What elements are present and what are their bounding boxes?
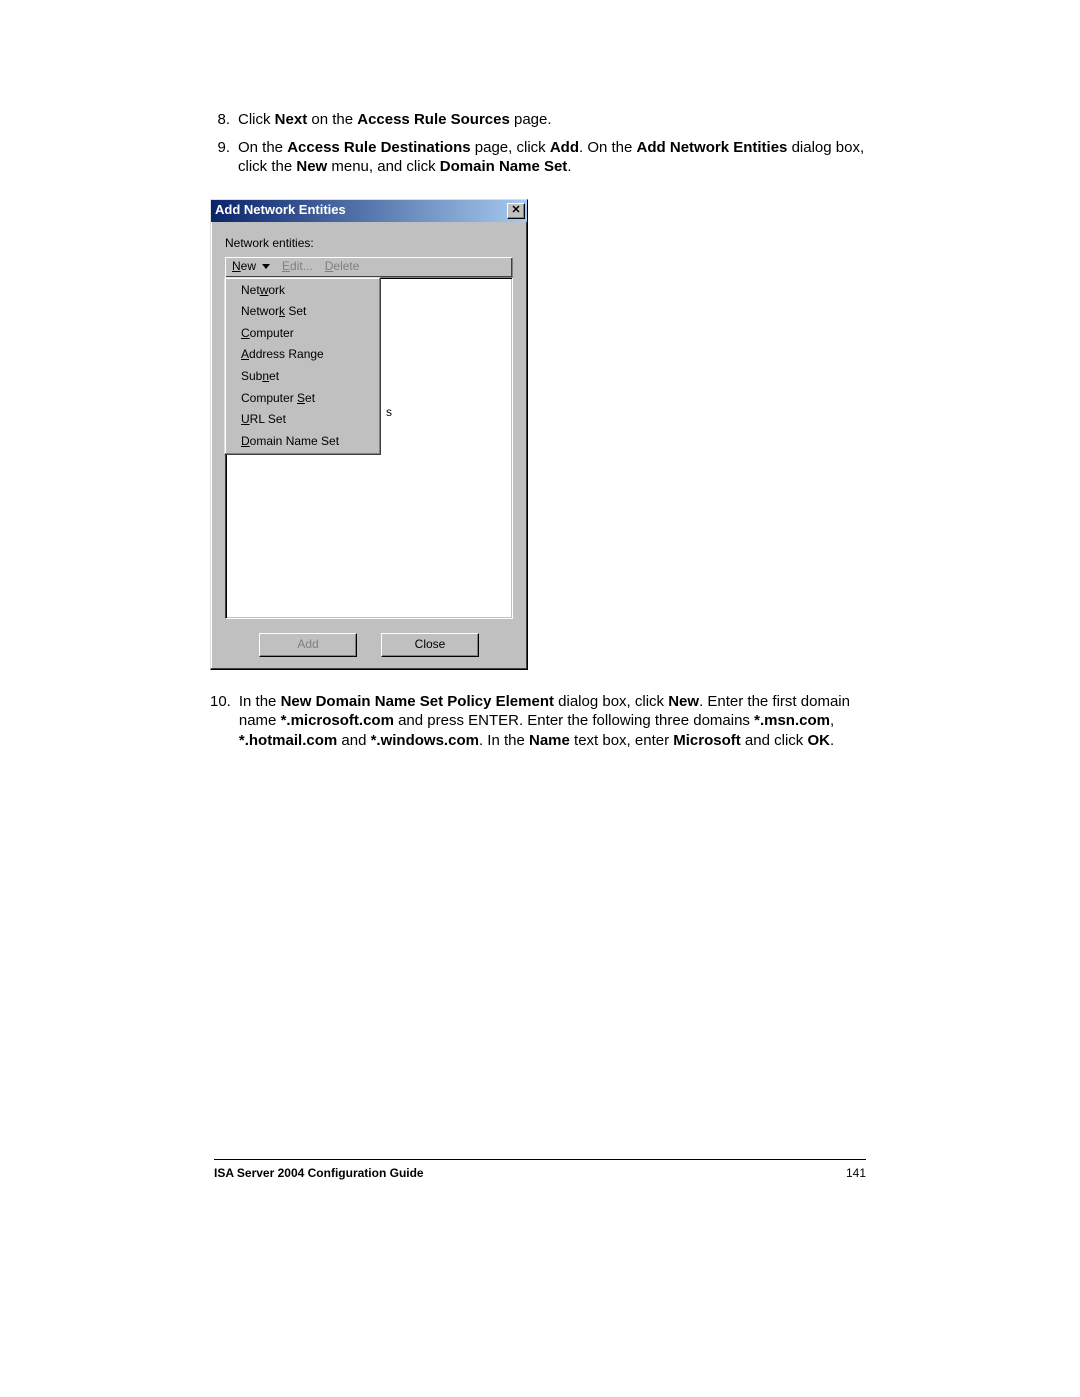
new-menu-button[interactable]: New [232, 259, 270, 275]
listbox-peek-char: s [386, 405, 392, 421]
menu-item-3[interactable]: Address Range [227, 344, 378, 366]
close-button[interactable]: ✕ [507, 203, 525, 219]
footer-title: ISA Server 2004 Configuration Guide [214, 1166, 424, 1180]
menu-item-1[interactable]: Network Set [227, 301, 378, 323]
page-footer: ISA Server 2004 Configuration Guide 141 [214, 1159, 866, 1180]
menu-item-4[interactable]: Subnet [227, 366, 378, 388]
add-network-entities-dialog: Add Network Entities ✕ Network entities:… [210, 199, 528, 670]
footer-page-number: 141 [846, 1166, 866, 1180]
step-body: Click Next on the Access Rule Sources pa… [238, 110, 870, 130]
step-9: 9. On the Access Rule Destinations page,… [210, 138, 870, 177]
menu-item-5[interactable]: Computer Set [227, 388, 378, 410]
toolbar: New Edit... Delete [225, 257, 513, 278]
list-label: Network entities: [225, 236, 513, 252]
step-number: 8. [210, 110, 238, 130]
menu-item-0[interactable]: Network [227, 280, 378, 302]
menu-item-2[interactable]: Computer [227, 323, 378, 345]
titlebar-text: Add Network Entities [215, 202, 507, 219]
caret-down-icon [262, 264, 270, 269]
menu-item-7[interactable]: Domain Name Set [227, 431, 378, 453]
step-body: On the Access Rule Destinations page, cl… [238, 138, 870, 177]
titlebar[interactable]: Add Network Entities ✕ [211, 200, 527, 222]
close-dialog-button[interactable]: Close [381, 633, 479, 657]
edit-button[interactable]: Edit... [282, 259, 313, 275]
step-number: 10. [210, 692, 239, 751]
step-body: In the New Domain Name Set Policy Elemen… [239, 692, 870, 751]
menu-item-6[interactable]: URL Set [227, 409, 378, 431]
step-8: 8. Click Next on the Access Rule Sources… [210, 110, 870, 130]
delete-button[interactable]: Delete [325, 259, 360, 275]
close-icon: ✕ [511, 203, 520, 217]
step-number: 9. [210, 138, 238, 177]
add-button[interactable]: Add [259, 633, 357, 657]
screenshot-figure: Add Network Entities ✕ Network entities:… [210, 199, 870, 670]
new-dropdown-menu: NetworkNetwork SetComputerAddress RangeS… [224, 277, 381, 456]
step-10: 10. In the New Domain Name Set Policy El… [210, 692, 870, 751]
